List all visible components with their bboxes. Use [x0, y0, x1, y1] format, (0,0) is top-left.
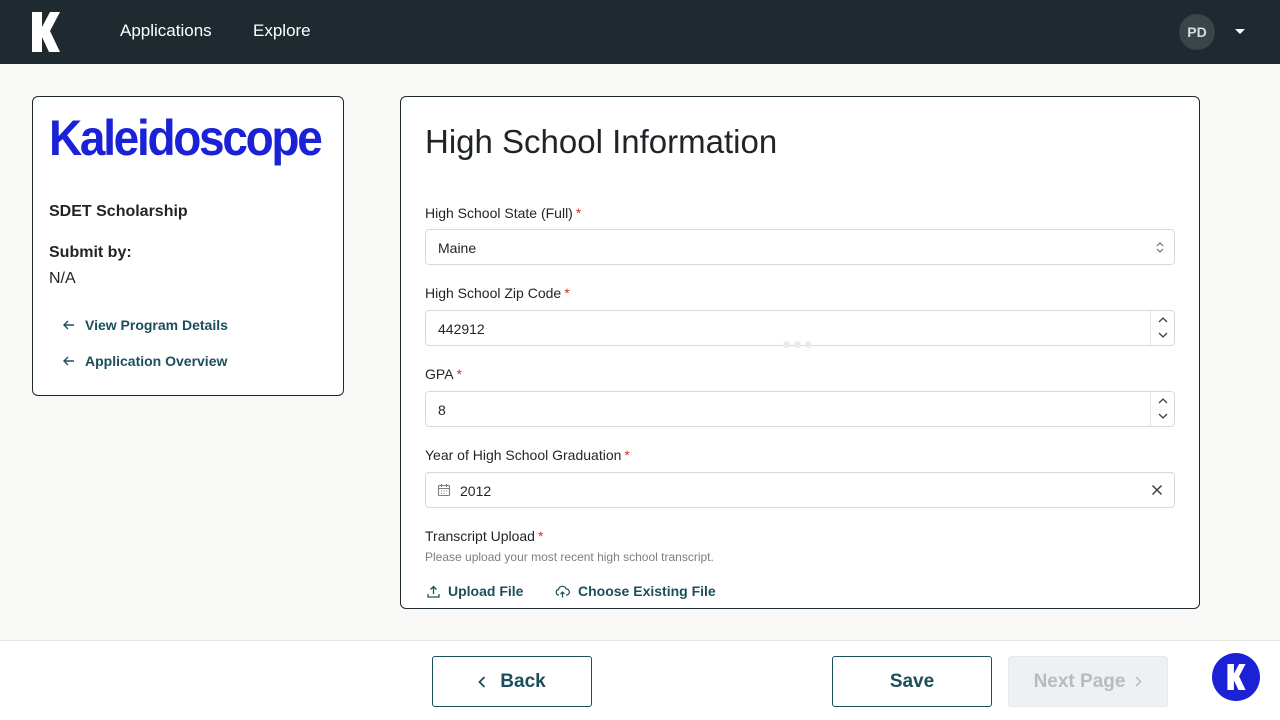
gpa-stepper[interactable] — [1150, 392, 1174, 426]
gpa-input-value: 8 — [438, 402, 446, 418]
loading-indicator — [783, 335, 816, 353]
arrow-left-icon — [63, 320, 74, 330]
state-select[interactable]: Maine — [425, 229, 1175, 265]
cloud-upload-icon — [555, 585, 570, 597]
save-button[interactable]: Save — [832, 656, 992, 707]
top-nav-bar: Applications Explore PD — [0, 0, 1280, 64]
chevron-right-icon — [1135, 676, 1142, 687]
required-marker: * — [575, 205, 582, 221]
arrow-left-icon — [63, 356, 74, 366]
gpa-input[interactable]: 8 — [425, 391, 1175, 427]
transcript-label-text: Transcript Upload — [425, 528, 535, 544]
application-overview-label: Application Overview — [85, 353, 228, 369]
back-button-label: Back — [500, 670, 546, 692]
zip-label: High School Zip Code * — [425, 285, 570, 301]
application-overview-link[interactable]: Application Overview — [63, 353, 227, 369]
upload-icon — [427, 585, 440, 598]
choose-existing-file-button[interactable]: Choose Existing File — [555, 583, 716, 599]
submit-by-value: N/A — [49, 270, 76, 287]
kaleidoscope-k-icon — [1226, 664, 1246, 690]
state-label: High School State (Full) * — [425, 205, 581, 221]
chevron-up-icon[interactable] — [1158, 397, 1168, 404]
upload-file-label: Upload File — [448, 583, 524, 599]
program-title: SDET Scholarship — [49, 203, 188, 220]
high-school-form: High School Information High School Stat… — [400, 96, 1200, 609]
page-title: High School Information — [425, 123, 778, 160]
user-avatar[interactable]: PD — [1179, 14, 1215, 50]
chevron-left-icon — [478, 675, 486, 688]
grad-year-label: Year of High School Graduation * — [425, 447, 630, 463]
loading-dot — [783, 341, 790, 348]
zip-label-text: High School Zip Code — [425, 285, 562, 301]
upload-file-button[interactable]: Upload File — [427, 583, 523, 599]
save-button-label: Save — [889, 670, 935, 692]
grad-year-label-text: Year of High School Graduation — [425, 447, 622, 463]
close-icon[interactable] — [1151, 484, 1163, 496]
transcript-help-text: Please upload your most recent high scho… — [425, 550, 714, 564]
gpa-label: GPA * — [425, 366, 462, 382]
nav-applications[interactable]: Applications — [120, 21, 212, 41]
chevron-up-icon[interactable] — [1158, 316, 1168, 323]
state-label-text: High School State (Full) — [425, 205, 573, 221]
bottom-action-bar: Back Save Next Page — [0, 640, 1280, 720]
next-page-button[interactable]: Next Page — [1008, 656, 1168, 707]
gpa-label-text: GPA — [425, 366, 454, 382]
grad-year-value: 2012 — [460, 483, 492, 499]
kaleidoscope-help-button[interactable] — [1212, 653, 1260, 701]
required-marker: * — [537, 528, 544, 544]
select-arrows-icon — [1156, 242, 1164, 253]
calendar-icon — [437, 484, 451, 497]
chevron-down-icon[interactable] — [1234, 28, 1246, 36]
required-marker: * — [624, 447, 630, 463]
loading-dot — [794, 341, 801, 348]
chevron-down-icon[interactable] — [1158, 332, 1168, 339]
zip-input-value: 442912 — [438, 321, 485, 337]
loading-dot — [805, 341, 812, 348]
required-marker: * — [456, 366, 462, 382]
grad-year-picker[interactable]: 2012 — [425, 472, 1175, 508]
transcript-label: Transcript Upload * — [425, 528, 543, 544]
submit-by-label: Submit by: — [49, 244, 132, 261]
next-page-button-label: Next Page — [1033, 670, 1126, 692]
zip-stepper[interactable] — [1150, 311, 1174, 345]
choose-existing-file-label: Choose Existing File — [578, 583, 716, 599]
kaleidoscope-k-logo[interactable] — [32, 12, 60, 52]
view-program-details-label: View Program Details — [85, 317, 228, 333]
chevron-down-icon[interactable] — [1158, 413, 1168, 420]
required-marker: * — [564, 285, 570, 301]
nav-explore[interactable]: Explore — [253, 21, 311, 41]
state-select-value: Maine — [438, 240, 477, 256]
back-button[interactable]: Back — [432, 656, 592, 707]
view-program-details-link[interactable]: View Program Details — [63, 317, 228, 333]
program-logo: Kaleidoscope — [49, 110, 323, 166]
program-card: Kaleidoscope SDET Scholarship Submit by:… — [32, 96, 344, 396]
